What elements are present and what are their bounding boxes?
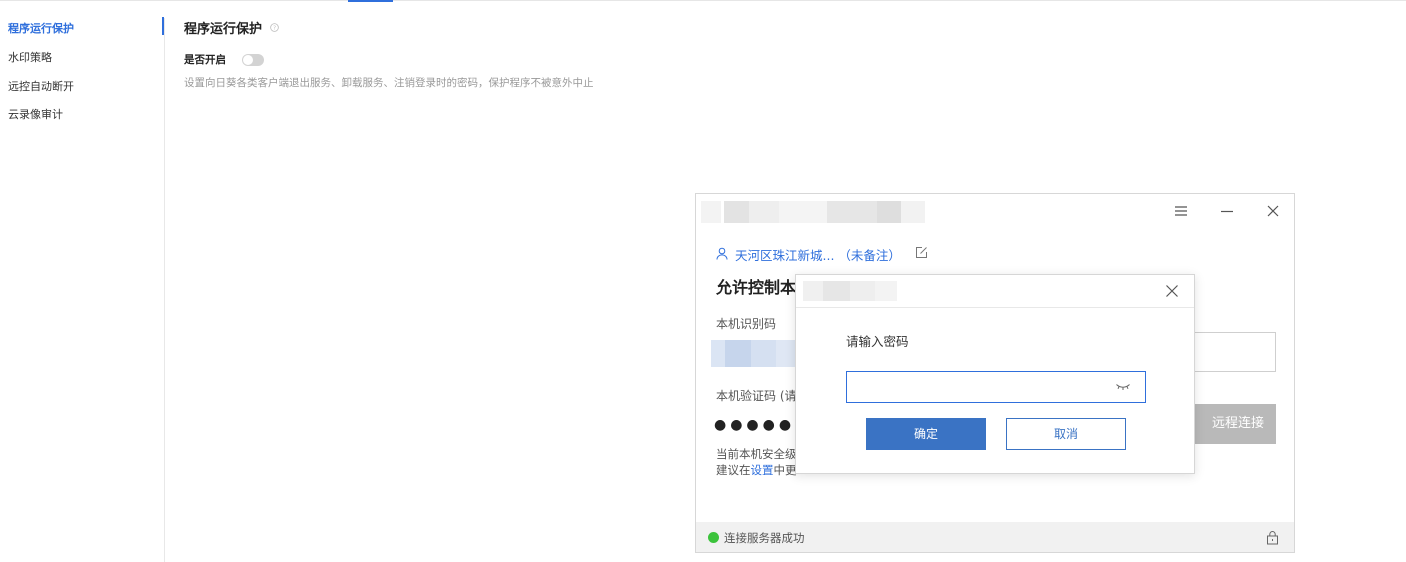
blurred-device-id (725, 340, 751, 367)
remote-connect-button[interactable]: 远程连接 (1182, 404, 1276, 444)
question-circle-icon[interactable]: ? (270, 23, 279, 32)
status-text: 连接服务器成功 (724, 531, 805, 545)
protection-description: 设置向日葵各类客户端退出服务、卸载服务、注销登录时的密码，保护程序不被意外中止 (184, 77, 594, 89)
security-level-text: 当前本机安全级 (716, 447, 797, 461)
blurred-dialog-title (803, 281, 823, 301)
security-suggestion: 建议在设置中更 (716, 462, 797, 478)
sidebar-item-auto-disconnect[interactable]: 远控自动断开 (8, 78, 74, 94)
security-suggestion-prefix: 建议在 (716, 463, 751, 477)
blurred-logo (701, 201, 721, 223)
blurred-title (779, 201, 827, 223)
blurred-title (749, 201, 779, 223)
verify-code-label: 本机验证码 (请 (716, 389, 797, 403)
lock-icon[interactable] (1266, 530, 1279, 545)
user-icon (716, 247, 728, 260)
sidebar-item-cloud-recording[interactable]: 云录像审计 (8, 106, 63, 122)
device-name[interactable]: 天河区珠江新城... （未备注） (735, 245, 901, 264)
blurred-dialog-title (850, 281, 875, 301)
minimize-icon[interactable] (1217, 201, 1237, 221)
blurred-device-id (751, 340, 776, 367)
blurred-dialog-title (823, 281, 850, 301)
sidebar-item-watermark[interactable]: 水印策略 (8, 49, 52, 65)
blurred-device-id (711, 340, 725, 367)
blurred-title (877, 201, 901, 223)
top-border (0, 0, 1406, 1)
blurred-title (827, 201, 877, 223)
close-icon[interactable] (1263, 201, 1283, 221)
sidebar-item-program-protection[interactable]: 程序运行保护 (8, 20, 74, 36)
confirm-button[interactable]: 确定 (866, 418, 986, 450)
connected-status-icon (708, 532, 719, 543)
password-input[interactable] (846, 371, 1146, 403)
enable-toggle[interactable] (242, 54, 264, 66)
password-prompt: 请输入密码 (846, 334, 909, 349)
svg-text:?: ? (273, 26, 276, 32)
blurred-title (901, 201, 925, 223)
blurred-title (724, 201, 749, 223)
password-dialog: 请输入密码 确定 取消 (795, 274, 1195, 474)
active-tab-indicator (348, 0, 393, 2)
device-id-label: 本机识别码 (716, 317, 777, 331)
partner-id-input[interactable] (1182, 332, 1276, 372)
toggle-knob (243, 55, 253, 65)
page-title: 程序运行保护 (184, 22, 263, 37)
device-remark: （未备注） (838, 248, 901, 263)
dialog-header (796, 275, 1194, 308)
status-bar: 连接服务器成功 (696, 522, 1294, 552)
cancel-button[interactable]: 取消 (1006, 418, 1126, 450)
close-icon[interactable] (1165, 284, 1179, 298)
edit-icon[interactable] (915, 246, 928, 259)
blurred-dialog-title (875, 281, 897, 301)
blurred-device-id (776, 340, 796, 367)
security-suggestion-suffix: 中更 (773, 463, 797, 477)
eye-closed-icon[interactable] (1115, 382, 1131, 392)
menu-icon[interactable] (1171, 201, 1191, 221)
enable-label: 是否开启 (184, 54, 226, 66)
device-name-label: 天河区珠江新城... (735, 248, 835, 263)
sidebar-divider (164, 18, 165, 562)
allow-control-heading: 允许控制本 (716, 278, 797, 297)
settings-link[interactable]: 设置 (751, 463, 774, 477)
